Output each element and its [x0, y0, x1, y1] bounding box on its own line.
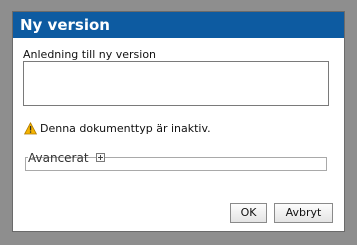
reason-label: Anledning till ny version	[23, 48, 157, 61]
cancel-button[interactable]: Avbryt	[274, 203, 333, 223]
warning-text: Denna dokumenttyp är inaktiv.	[40, 122, 211, 135]
new-version-dialog: Ny version Anledning till ny version Den…	[12, 11, 345, 232]
dialog-titlebar[interactable]: Ny version	[13, 12, 344, 38]
reason-input[interactable]	[23, 61, 329, 106]
warning-triangle-icon	[24, 122, 37, 135]
ok-button[interactable]: OK	[230, 203, 267, 223]
expand-plus-icon[interactable]	[96, 153, 105, 162]
advanced-label: Avancerat	[28, 151, 89, 165]
advanced-toggle[interactable]: Avancerat	[28, 150, 105, 166]
dialog-title: Ny version	[20, 16, 110, 34]
